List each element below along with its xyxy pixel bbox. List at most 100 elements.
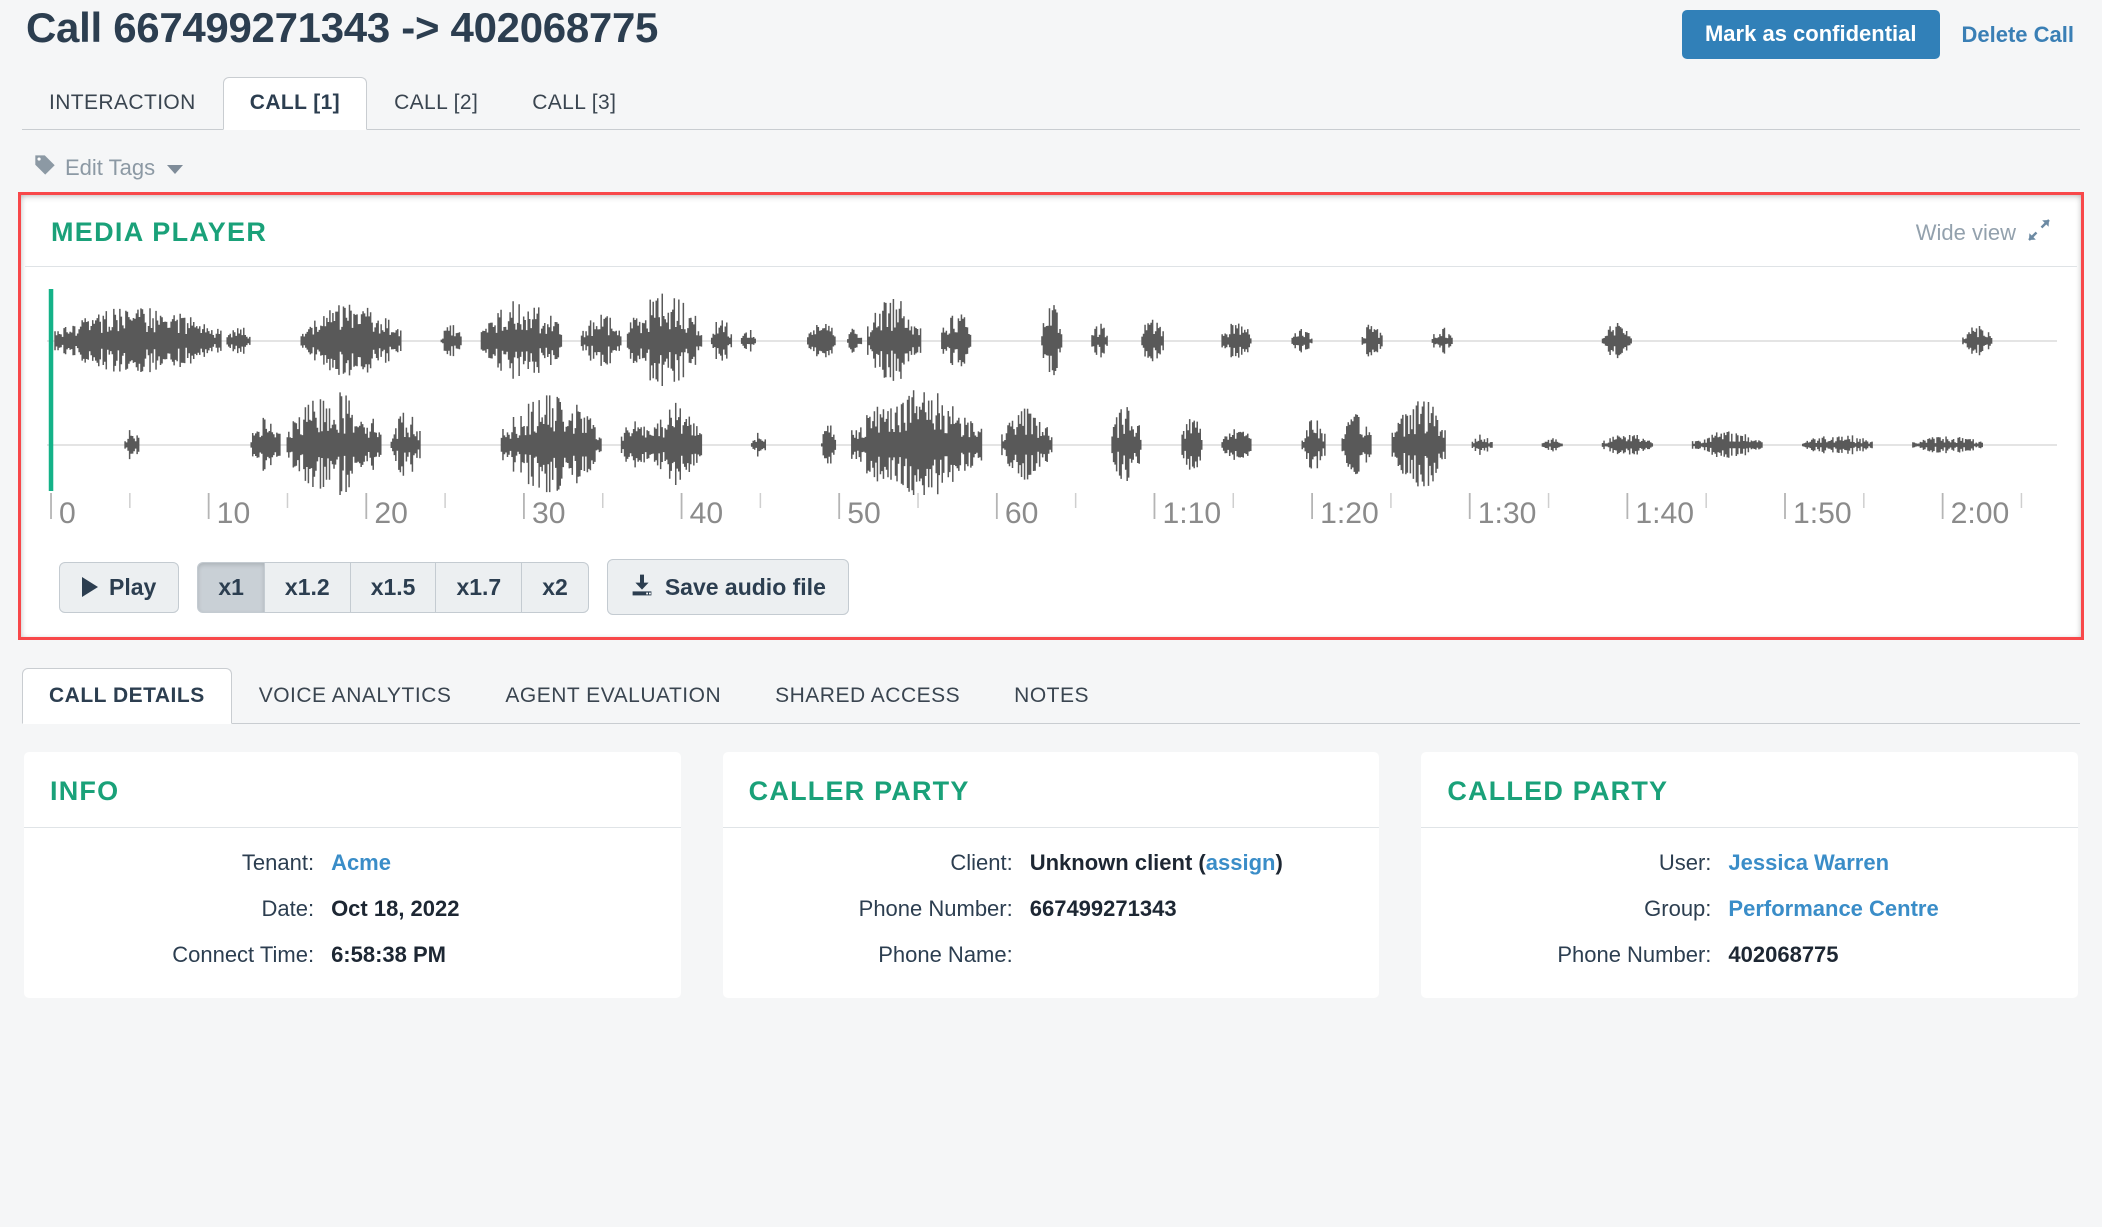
called-value-group[interactable]: Performance Centre (1728, 896, 1938, 922)
speed-button-group: x1 x1.2 x1.5 x1.7 x2 (197, 561, 589, 613)
caller-value-client: Unknown client (assign) (1030, 850, 1283, 876)
caller-party-card: CALLER PARTY Client: Unknown client (ass… (722, 752, 1380, 998)
caller-label-phone-number: Phone Number: (858, 896, 1013, 921)
info-label-tenant: Tenant: (241, 850, 315, 875)
info-label-date: Date: (261, 896, 315, 921)
ruler-label: 40 (690, 497, 724, 530)
info-card-header: INFO (24, 752, 681, 828)
playback-controls: Play x1 x1.2 x1.5 x1.7 x2 Save audio fil… (21, 543, 2081, 637)
timeline-ruler[interactable]: 0 10 20 30 40 50 60 1:10 1:20 1:30 1:40 1:50 2:00 (47, 493, 2057, 545)
ruler-label: 1:30 (1478, 497, 1537, 530)
called-value-phone-number: 402068775 (1728, 942, 1839, 967)
info-row-date: Date: Oct 18, 2022 (24, 896, 651, 922)
info-value-connect-time: 6:58:38 PM (331, 942, 447, 967)
tab-call-2[interactable]: CALL [2] (367, 77, 505, 130)
download-icon (630, 573, 654, 601)
save-audio-file-label: Save audio file (664, 573, 826, 600)
tab-call-details[interactable]: CALL DETAILS (22, 668, 232, 724)
speed-x1-button[interactable]: x1 (197, 561, 265, 613)
called-party-card-title: CALLED PARTY (1447, 776, 1669, 806)
detail-tabs: CALL DETAILS VOICE ANALYTICS AGENT EVALU… (22, 668, 2080, 724)
call-tabs: INTERACTION CALL [1] CALL [2] CALL [3] (22, 77, 2080, 130)
called-row-user: User: Jessica Warren (1421, 850, 2048, 876)
media-player-header: MEDIA PLAYER Wide view (25, 195, 2077, 267)
ruler-label: 60 (1005, 497, 1039, 530)
play-button[interactable]: Play (59, 561, 180, 613)
caller-row-phone-name: Phone Name: (723, 942, 1350, 968)
caller-party-card-title: CALLER PARTY (748, 776, 970, 806)
detail-cards: INFO Tenant: Acme Date: Oct 18, 2022 Con… (0, 724, 2102, 998)
info-card: INFO Tenant: Acme Date: Oct 18, 2022 Con… (24, 752, 681, 998)
caller-party-card-header: CALLER PARTY (722, 752, 1380, 828)
called-waveform (125, 390, 1982, 495)
play-label: Play (109, 573, 157, 600)
edit-tags-row: Edit Tags (0, 130, 2102, 192)
play-icon (82, 577, 98, 597)
tab-shared-access[interactable]: SHARED ACCESS (748, 668, 987, 724)
called-label-group: Group: (1644, 896, 1712, 921)
delete-call-link[interactable]: Delete Call (1962, 22, 2079, 48)
caller-value-phone-number: 667499271343 (1029, 896, 1177, 921)
assign-client-link[interactable]: assign (1206, 850, 1276, 875)
ruler-label: 1:10 (1163, 497, 1222, 530)
caller-party-card-body: Client: Unknown client (assign) Phone Nu… (723, 828, 1380, 998)
caller-client-paren-open: ( (1192, 850, 1206, 875)
ruler-label: 20 (374, 497, 408, 530)
caret-down-icon (167, 165, 184, 174)
expand-diagonal-icon (2027, 218, 2051, 248)
tab-voice-analytics[interactable]: VOICE ANALYTICS (232, 668, 479, 724)
page-header: Call 667499271343 -> 402068775 Mark as c… (0, 0, 2102, 78)
ruler-label: 30 (532, 497, 566, 530)
edit-tags-label: Edit Tags (65, 155, 156, 180)
tab-call-1[interactable]: CALL [1] (222, 77, 368, 130)
info-row-connect-time: Connect Time: 6:58:38 PM (24, 942, 651, 968)
called-value-user[interactable]: Jessica Warren (1728, 850, 1889, 876)
ruler-label: 1:40 (1635, 497, 1694, 530)
wide-view-toggle[interactable]: Wide view (1916, 218, 2051, 248)
info-value-date: Oct 18, 2022 (331, 896, 460, 921)
called-label-user: User: (1658, 850, 1712, 875)
tag-icon (34, 154, 56, 182)
called-row-group: Group: Performance Centre (1421, 896, 2048, 922)
media-player-title: MEDIA PLAYER (51, 217, 268, 247)
caller-waveform (55, 294, 1992, 386)
info-row-tenant: Tenant: Acme (24, 850, 651, 876)
save-audio-file-button[interactable]: Save audio file (606, 559, 849, 615)
waveform-canvas[interactable] (47, 285, 2057, 495)
speed-x1.5-button[interactable]: x1.5 (350, 561, 437, 613)
mark-as-confidential-button[interactable]: Mark as confidential (1681, 10, 1940, 59)
info-value-tenant[interactable]: Acme (331, 850, 391, 876)
called-party-card-body: User: Jessica Warren Group: Performance … (1421, 828, 2078, 998)
tab-notes[interactable]: NOTES (987, 668, 1116, 724)
info-label-connect-time: Connect Time: (172, 942, 315, 967)
ruler-label: 0 (59, 497, 76, 530)
wide-view-label: Wide view (1915, 219, 2016, 245)
ruler-label: 2:00 (1951, 497, 2010, 530)
caller-label-phone-name: Phone Name: (878, 942, 1013, 967)
tab-agent-evaluation[interactable]: AGENT EVALUATION (478, 668, 748, 724)
ruler-label: 50 (847, 497, 881, 530)
header-actions: Mark as confidential Delete Call (1681, 10, 2079, 59)
called-party-card: CALLED PARTY User: Jessica Warren Group:… (1421, 752, 2079, 998)
tab-interaction[interactable]: INTERACTION (22, 77, 223, 130)
caller-row-phone-number: Phone Number: 667499271343 (723, 896, 1350, 922)
speed-x1.2-button[interactable]: x1.2 (264, 561, 351, 613)
ruler-label: 1:20 (1320, 497, 1379, 530)
caller-client-name: Unknown client (1029, 850, 1193, 875)
tab-call-3[interactable]: CALL [3] (505, 77, 643, 130)
called-label-phone-number: Phone Number: (1557, 942, 1712, 967)
page-title: Call 667499271343 -> 402068775 (26, 4, 659, 51)
waveform-area[interactable]: 0 10 20 30 40 50 60 1:10 1:20 1:30 1:40 1:50 2:00 (21, 267, 2081, 543)
called-party-card-header: CALLED PARTY (1421, 752, 2079, 828)
called-row-phone-number: Phone Number: 402068775 (1421, 942, 2048, 968)
speed-x1.7-button[interactable]: x1.7 (436, 561, 523, 613)
ruler-label: 1:50 (1793, 497, 1852, 530)
info-card-title: INFO (50, 776, 120, 806)
caller-client-paren-close: ) (1275, 850, 1283, 875)
info-card-body: Tenant: Acme Date: Oct 18, 2022 Connect … (24, 828, 681, 998)
media-player-panel: MEDIA PLAYER Wide view 0 10 20 30 40 50 60 1:10… (18, 192, 2084, 640)
caller-row-client: Client: Unknown client (assign) (723, 850, 1350, 876)
edit-tags-dropdown[interactable]: Edit Tags (34, 154, 184, 182)
ruler-label: 10 (217, 497, 251, 530)
speed-x2-button[interactable]: x2 (522, 561, 589, 613)
